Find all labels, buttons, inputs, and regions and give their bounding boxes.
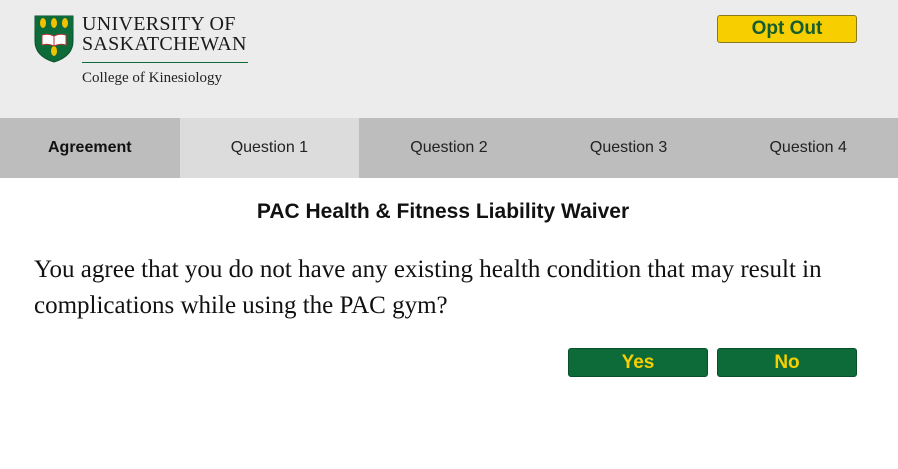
wordmark-line1: UNIVERSITY OF bbox=[82, 13, 236, 35]
tab-question-1[interactable]: Question 1 bbox=[179, 118, 360, 178]
no-button[interactable]: No bbox=[717, 348, 857, 377]
header: UNIVERSITY OF SASKATCHEWAN College of Ki… bbox=[0, 0, 898, 118]
tab-question-3[interactable]: Question 3 bbox=[539, 118, 719, 178]
tab-question-2[interactable]: Question 2 bbox=[359, 118, 539, 178]
opt-out-button[interactable]: Opt Out bbox=[717, 15, 857, 43]
college-name: College of Kinesiology bbox=[82, 70, 222, 86]
wordmark-line2: SASKATCHEWAN bbox=[82, 33, 247, 55]
yes-button[interactable]: Yes bbox=[568, 348, 708, 377]
university-shield-icon bbox=[34, 15, 74, 63]
wordmark-divider bbox=[82, 62, 248, 63]
university-wordmark: UNIVERSITY OF SASKATCHEWAN bbox=[82, 14, 247, 54]
page-title: PAC Health & Fitness Liability Waiver bbox=[256, 200, 630, 223]
tab-agreement[interactable]: Agreement bbox=[0, 118, 180, 178]
tab-question-4[interactable]: Question 4 bbox=[718, 118, 898, 178]
step-tabs: Agreement Question 1 Question 2 Question… bbox=[0, 118, 898, 178]
question-text: You agree that you do not have any exist… bbox=[34, 256, 822, 319]
